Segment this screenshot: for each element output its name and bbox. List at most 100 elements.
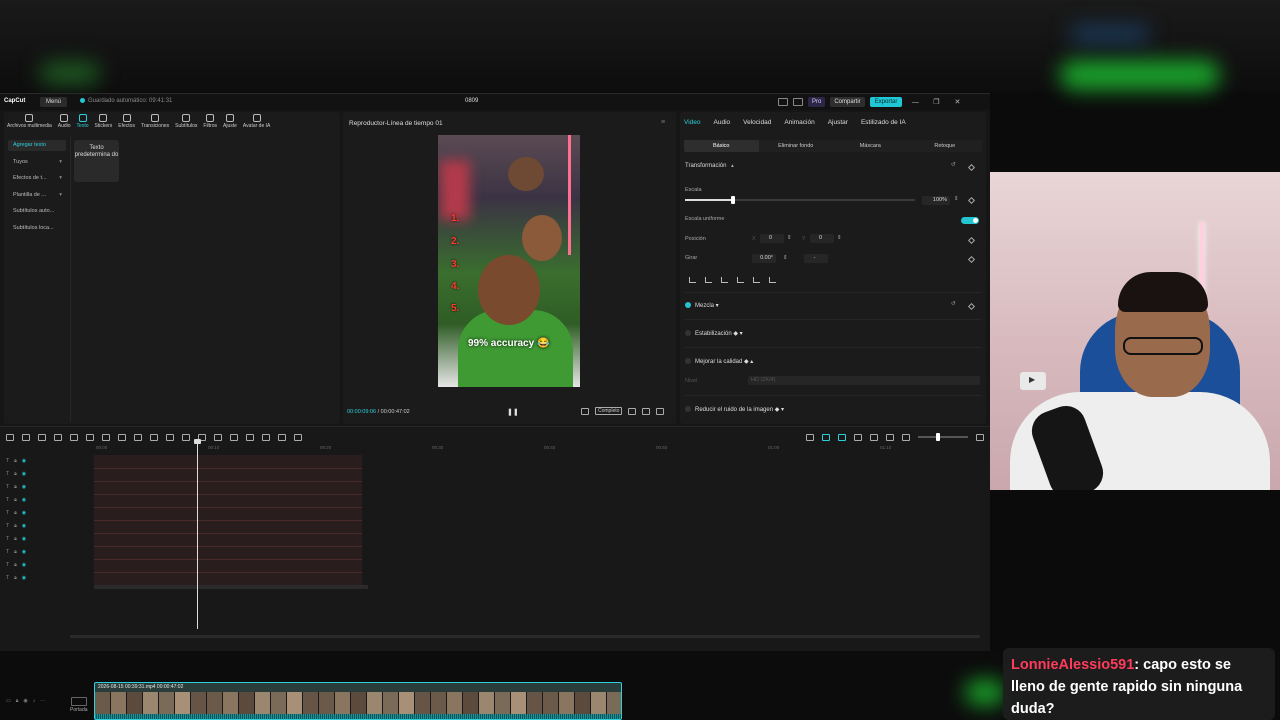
lock-icon[interactable]: 🔒︎ — [14, 497, 17, 503]
subtab-basic[interactable]: Básico — [684, 140, 759, 152]
preview-axis-icon[interactable] — [870, 433, 878, 441]
lock-icon[interactable]: 🔒︎ — [14, 549, 17, 555]
text-track-header[interactable]: T 🔒︎ ◉ — [6, 509, 46, 517]
lock-icon[interactable]: 🔒︎ — [14, 510, 17, 516]
stepper-icon[interactable]: ⇕ — [954, 196, 959, 202]
tab-filters[interactable]: Filtros — [200, 114, 220, 134]
pro-button[interactable]: Pro — [808, 97, 826, 107]
stepper-icon[interactable]: ⇕ — [787, 235, 792, 241]
align-left-icon[interactable] — [689, 276, 696, 283]
video-clip[interactable]: 2026-08-15 00:39:31.mp4 00:00:47:02 — [94, 682, 622, 720]
checkbox-off[interactable] — [685, 330, 691, 337]
lock-icon[interactable]: 🔒︎ — [14, 562, 17, 568]
crop-icon[interactable] — [150, 433, 158, 441]
text-track-header[interactable]: T 🔒︎ ◉ — [6, 483, 46, 491]
subtab-mask[interactable]: Máscara — [833, 140, 908, 152]
keyframe-icon[interactable] — [967, 255, 976, 264]
sidebar-item-text-effects[interactable]: Efectos de t... ▾ — [8, 173, 66, 184]
cut-icon[interactable] — [246, 433, 254, 441]
align-right-icon[interactable] — [721, 276, 728, 283]
tab-adjust[interactable]: Ajustar — [828, 119, 848, 126]
eye-icon[interactable]: ◉ — [22, 562, 26, 568]
eye-icon[interactable]: ◉ — [22, 458, 26, 464]
delete-icon[interactable] — [118, 433, 126, 441]
checkbox-off[interactable] — [685, 358, 691, 365]
audio-mute-icon[interactable]: ♪ — [33, 698, 36, 704]
marker-icon[interactable] — [134, 433, 142, 441]
rotate-flip-input[interactable]: - — [804, 254, 828, 263]
snap-icon[interactable] — [854, 433, 862, 441]
redo-icon[interactable] — [54, 433, 62, 441]
zoom-slider[interactable] — [918, 433, 968, 441]
tab-ai-style[interactable]: Estilizado de IA — [861, 119, 906, 126]
magic-icon[interactable] — [166, 433, 174, 441]
tab-text[interactable]: Texto — [74, 114, 92, 134]
magnet-icon[interactable] — [838, 433, 846, 441]
sidebar-item-add-text[interactable]: Agregar texto — [8, 140, 66, 151]
text-track-header[interactable]: T 🔒︎ ◉ — [6, 496, 46, 504]
tab-video[interactable]: Video — [684, 119, 701, 126]
tab-speed[interactable]: Velocidad — [743, 119, 771, 126]
tab-effects[interactable]: Efectos — [115, 114, 138, 134]
menu-button[interactable]: Menú — [40, 97, 67, 107]
text-track-header[interactable]: T 🔒︎ ◉ — [6, 470, 46, 478]
eye-icon[interactable]: ◉ — [22, 575, 26, 581]
enhance-level-select[interactable]: HD (2K/4) — [748, 376, 980, 385]
reset-icon[interactable]: ↺ — [951, 162, 956, 168]
subtab-remove-bg[interactable]: Eliminar fondo — [759, 140, 834, 152]
text-track-header[interactable]: T 🔒︎ ◉ — [6, 574, 46, 582]
eye-icon[interactable]: ◉ — [23, 698, 27, 704]
freeze-icon[interactable] — [230, 433, 238, 441]
tab-audio[interactable]: Audio — [714, 119, 731, 126]
lock-icon[interactable]: 🔒︎ — [14, 575, 17, 581]
blend-section[interactable]: Mezcla ▾ — [685, 302, 719, 309]
time-ruler[interactable]: 00:00 00:10 00:20 00:30 00:40 00:50 01:0… — [94, 445, 986, 453]
ratio-button[interactable]: Completo — [595, 407, 623, 415]
cover-button[interactable]: Portada — [70, 697, 88, 713]
share-button[interactable]: Compartir — [830, 97, 865, 107]
undo-icon[interactable] — [38, 433, 46, 441]
position-y-input[interactable]: 0 — [810, 234, 834, 243]
eye-icon[interactable]: ◉ — [22, 497, 26, 503]
zoom-in-icon[interactable] — [976, 433, 984, 441]
tab-ai-avatar[interactable]: Avatar de IA — [240, 114, 273, 134]
pause-button[interactable]: ❚❚ — [507, 408, 519, 416]
sidebar-item-auto-captions[interactable]: Subtítulos auto... — [8, 206, 66, 217]
uniform-scale-toggle[interactable] — [961, 217, 979, 224]
text-track-header[interactable]: T 🔒︎ ◉ — [6, 522, 46, 530]
keyframe-icon[interactable] — [967, 236, 976, 245]
stepper-icon[interactable]: ⇕ — [837, 235, 842, 241]
default-text-card[interactable]: Texto predetermina do — [74, 140, 119, 182]
sparkle-icon[interactable] — [294, 433, 302, 441]
keyframe-icon[interactable] — [967, 302, 976, 311]
align-middle-icon[interactable] — [753, 276, 760, 283]
zoom-slider-handle[interactable] — [936, 433, 940, 441]
keyframe-icon[interactable] — [967, 163, 976, 172]
close-icon[interactable]: ✕ — [949, 98, 965, 106]
add-icon[interactable] — [6, 433, 14, 441]
chevron-up-icon[interactable]: ▴ — [731, 163, 734, 169]
eye-icon[interactable]: ◉ — [22, 471, 26, 477]
playhead-handle[interactable] — [194, 439, 201, 444]
tab-adjust[interactable]: Ajuste — [220, 114, 240, 134]
text-track-header[interactable]: T 🔒︎ ◉ — [6, 548, 46, 556]
subtab-retouch[interactable]: Retoque — [908, 140, 983, 152]
horizontal-scrollbar[interactable] — [70, 635, 980, 638]
align-bottom-icon[interactable] — [769, 276, 776, 283]
tab-audio[interactable]: Audio — [55, 114, 74, 134]
screen-icon[interactable] — [262, 433, 270, 441]
align-center-icon[interactable] — [705, 276, 712, 283]
link-icon[interactable] — [822, 433, 830, 441]
sidebar-item-local-captions[interactable]: Subtítulos loca... — [8, 223, 66, 234]
tab-transitions[interactable]: Transiciones — [138, 114, 172, 134]
hd-icon[interactable] — [642, 407, 651, 415]
menu-icon[interactable]: ≡ — [661, 119, 665, 126]
mirror-icon[interactable] — [214, 433, 222, 441]
stepper-icon[interactable]: ⇕ — [783, 255, 788, 261]
enhance-section[interactable]: Mejorar la calidad ◆ ▴ — [685, 358, 753, 365]
zoom-clip-icon[interactable] — [182, 433, 190, 441]
lock-icon[interactable]: 🔒︎ — [14, 523, 17, 529]
tab-animation[interactable]: Animación — [784, 119, 814, 126]
split-right-icon[interactable] — [102, 433, 110, 441]
lock-icon[interactable]: 🔒︎ — [16, 698, 19, 704]
